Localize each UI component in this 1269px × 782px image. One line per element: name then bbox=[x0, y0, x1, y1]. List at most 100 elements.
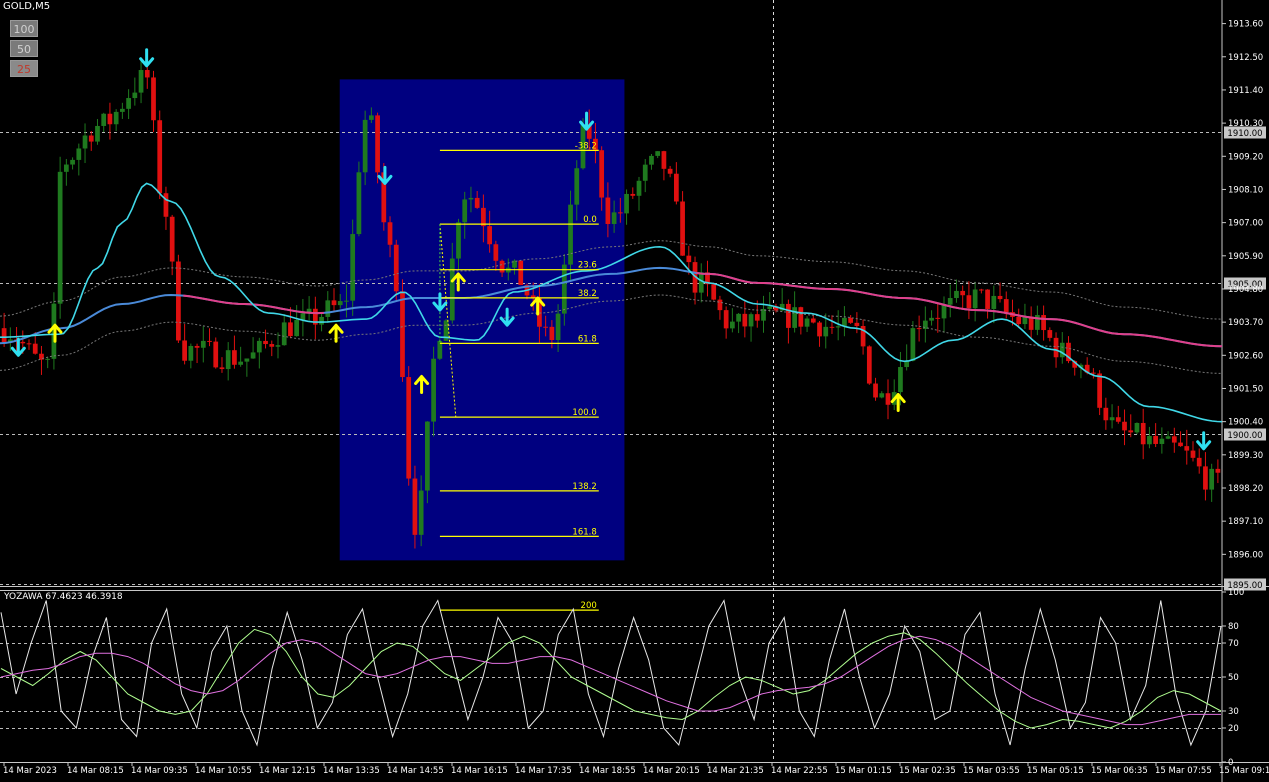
bear-candle[interactable] bbox=[331, 288, 337, 311]
bull-candle[interactable] bbox=[655, 151, 661, 159]
bear-candle[interactable] bbox=[885, 379, 891, 420]
bull-candle[interactable] bbox=[1159, 427, 1165, 454]
bear-candle[interactable] bbox=[1115, 405, 1121, 424]
bear-candle[interactable] bbox=[680, 191, 685, 256]
bear-candle[interactable] bbox=[997, 282, 1003, 303]
bull-candle[interactable] bbox=[325, 291, 331, 323]
bull-candle[interactable] bbox=[95, 118, 100, 145]
bear-candle[interactable] bbox=[1028, 306, 1034, 340]
bear-candle[interactable] bbox=[817, 320, 822, 347]
price-chart-svg[interactable]: 1910.001905.001900.001895.001913.601912.… bbox=[0, 0, 1269, 782]
bear-candle[interactable] bbox=[213, 337, 219, 369]
bull-candle[interactable] bbox=[954, 279, 959, 303]
bull-candle[interactable] bbox=[120, 102, 125, 119]
bull-candle[interactable] bbox=[1147, 426, 1152, 449]
bull-candle[interactable] bbox=[941, 296, 947, 333]
bear-candle[interactable] bbox=[1103, 397, 1109, 430]
bear-candle[interactable] bbox=[630, 187, 636, 199]
bull-candle[interactable] bbox=[356, 161, 362, 237]
bear-candle[interactable] bbox=[1041, 305, 1046, 341]
bull-candle[interactable] bbox=[132, 77, 138, 106]
bull-candle[interactable] bbox=[748, 312, 754, 342]
bull-candle[interactable] bbox=[922, 306, 928, 343]
bear-candle[interactable] bbox=[207, 328, 212, 347]
bull-candle[interactable] bbox=[244, 358, 250, 377]
bear-candle[interactable] bbox=[786, 299, 791, 344]
bear-candle[interactable] bbox=[978, 288, 984, 294]
bear-candle[interactable] bbox=[1184, 429, 1190, 465]
bull-candle[interactable] bbox=[730, 308, 735, 333]
bull-candle[interactable] bbox=[281, 314, 287, 346]
bull-candle[interactable] bbox=[1109, 404, 1115, 429]
bear-candle[interactable] bbox=[723, 306, 729, 339]
bull-candle[interactable] bbox=[910, 321, 916, 362]
bear-candle[interactable] bbox=[742, 300, 748, 338]
bear-candle[interactable] bbox=[661, 150, 667, 181]
bear-candle[interactable] bbox=[985, 289, 990, 319]
bear-candle[interactable] bbox=[518, 260, 524, 286]
bear-candle[interactable] bbox=[848, 315, 854, 324]
chart-window[interactable]: 1910.00 1905.00 1900.00 1895.00 1913.60 1912.… bbox=[0, 0, 1269, 782]
bear-candle[interactable] bbox=[312, 296, 318, 340]
bear-candle[interactable] bbox=[692, 256, 698, 305]
bear-candle[interactable] bbox=[232, 335, 237, 369]
bear-candle[interactable] bbox=[194, 343, 200, 364]
bear-candle[interactable] bbox=[1215, 459, 1221, 484]
bull-candle[interactable] bbox=[1209, 463, 1215, 502]
bear-candle[interactable] bbox=[673, 162, 679, 205]
bear-candle[interactable] bbox=[873, 377, 878, 401]
zoom-25-button[interactable]: 25 bbox=[10, 60, 38, 77]
bear-candle[interactable] bbox=[667, 165, 673, 178]
bear-candle[interactable] bbox=[1122, 409, 1127, 446]
bull-candle[interactable] bbox=[761, 295, 766, 333]
bear-candle[interactable] bbox=[798, 306, 804, 335]
bear-candle[interactable] bbox=[1140, 408, 1146, 460]
bear-candle[interactable] bbox=[705, 260, 710, 297]
bull-candle[interactable] bbox=[698, 263, 704, 303]
bull-candle[interactable] bbox=[879, 391, 885, 399]
bear-candle[interactable] bbox=[219, 357, 225, 373]
bear-candle[interactable] bbox=[860, 319, 866, 355]
bull-candle[interactable] bbox=[904, 344, 910, 371]
bear-candle[interactable] bbox=[157, 110, 163, 200]
bull-candle[interactable] bbox=[736, 312, 741, 334]
bear-candle[interactable] bbox=[393, 239, 399, 301]
bear-candle[interactable] bbox=[717, 295, 723, 320]
bull-candle[interactable] bbox=[767, 292, 773, 313]
bear-candle[interactable] bbox=[169, 214, 175, 276]
bear-candle[interactable] bbox=[406, 366, 412, 486]
bull-candle[interactable] bbox=[649, 153, 654, 170]
bull-candle[interactable] bbox=[101, 112, 107, 133]
bear-candle[interactable] bbox=[400, 279, 405, 382]
bear-candle[interactable] bbox=[1178, 431, 1183, 447]
bull-candle[interactable] bbox=[225, 342, 231, 381]
bull-candle[interactable] bbox=[70, 157, 75, 170]
bull-candle[interactable] bbox=[972, 281, 978, 322]
bear-candle[interactable] bbox=[288, 307, 293, 339]
bull-candle[interactable] bbox=[45, 356, 51, 369]
bear-candle[interactable] bbox=[1128, 414, 1134, 438]
bull-candle[interactable] bbox=[300, 298, 306, 337]
bear-candle[interactable] bbox=[1196, 448, 1202, 474]
bull-candle[interactable] bbox=[1059, 332, 1065, 364]
bear-candle[interactable] bbox=[1091, 368, 1096, 379]
bear-candle[interactable] bbox=[916, 315, 922, 342]
bull-candle[interactable] bbox=[256, 337, 262, 369]
bear-candle[interactable] bbox=[829, 315, 835, 334]
bear-candle[interactable] bbox=[1, 312, 7, 347]
bull-candle[interactable] bbox=[991, 285, 997, 324]
bull-candle[interactable] bbox=[57, 156, 63, 319]
zoom-100-button[interactable]: 100 bbox=[10, 20, 38, 37]
bear-candle[interactable] bbox=[1171, 427, 1177, 453]
bull-candle[interactable] bbox=[294, 305, 300, 337]
bull-candle[interactable] bbox=[929, 310, 934, 326]
bull-candle[interactable] bbox=[1035, 305, 1040, 336]
bear-candle[interactable] bbox=[269, 340, 275, 357]
bull-candle[interactable] bbox=[891, 379, 897, 411]
bear-candle[interactable] bbox=[1190, 441, 1196, 462]
bear-candle[interactable] bbox=[151, 70, 156, 132]
bull-candle[interactable] bbox=[804, 316, 810, 333]
bull-candle[interactable] bbox=[842, 306, 847, 337]
bull-candle[interactable] bbox=[238, 346, 244, 367]
bear-candle[interactable] bbox=[1047, 327, 1053, 342]
